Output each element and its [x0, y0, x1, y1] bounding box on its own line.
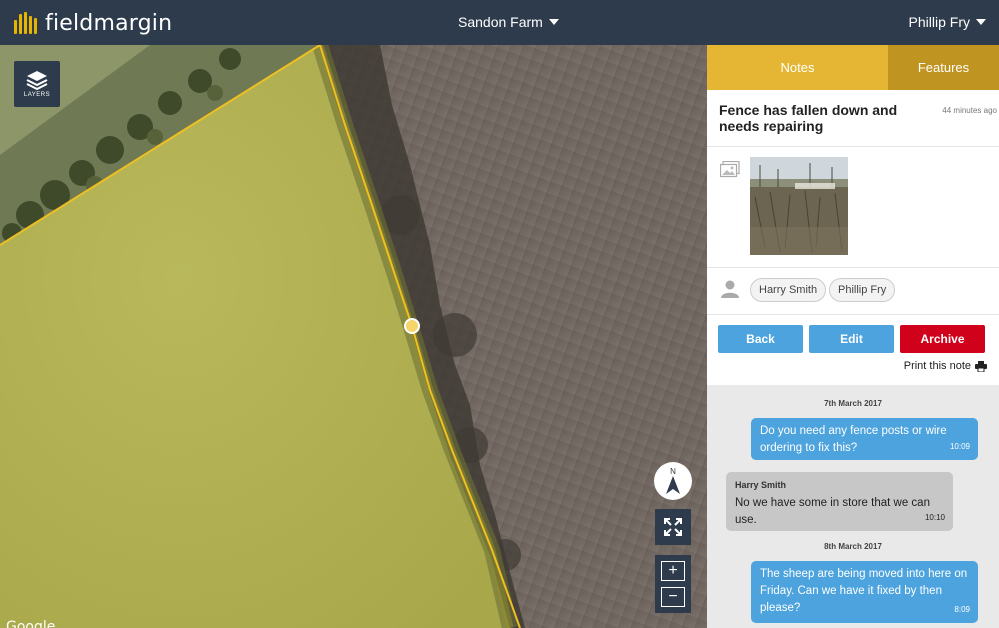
layers-label: LAYERS	[23, 92, 51, 98]
compass-north-label: N	[670, 467, 676, 476]
image-icon	[720, 161, 740, 178]
tab-notes[interactable]: Notes	[707, 45, 888, 90]
chat-message: Do you need any fence posts or wire orde…	[751, 418, 978, 460]
chat-message: Harry Smith No we have some in store tha…	[726, 472, 953, 531]
panel-tabs: Notes Features	[707, 45, 999, 90]
tab-features[interactable]: Features	[888, 45, 999, 90]
note-chat: 7th March 2017 Do you need any fence pos…	[707, 385, 999, 628]
back-button[interactable]: Back	[718, 325, 803, 353]
app-logo[interactable]: fieldmargin	[14, 10, 172, 36]
person-chip[interactable]: Phillip Fry	[829, 278, 896, 302]
zoom-control: + −	[655, 555, 691, 613]
farm-name: Sandon Farm	[458, 14, 543, 30]
north-arrow-icon	[666, 476, 680, 494]
note-title: Fence has fallen down and needs repairin…	[719, 102, 898, 134]
farm-selector[interactable]: Sandon Farm	[458, 14, 559, 30]
print-note-link[interactable]: Print this note	[904, 360, 987, 372]
logo-text: fieldmargin	[45, 10, 173, 36]
chat-message-text: No we have some in store that we can use…	[735, 497, 930, 526]
fullscreen-icon	[664, 518, 682, 536]
chat-message-time: 8:09	[954, 605, 970, 614]
chat-message-author: Harry Smith	[735, 480, 787, 490]
note-location-marker	[404, 318, 420, 334]
chat-message-text: Do you need any fence posts or wire orde…	[760, 425, 947, 454]
chevron-down-icon	[976, 19, 986, 25]
layers-button[interactable]: LAYERS	[14, 61, 60, 107]
chat-message-text: The sheep are being moved into here on F…	[760, 568, 968, 614]
user-name: Phillip Fry	[908, 14, 970, 30]
chat-date-separator: 8th March 2017	[824, 542, 882, 551]
edit-button[interactable]: Edit	[809, 325, 894, 353]
notes-panel: Notes Features Fence has fallen down and…	[707, 45, 999, 628]
logo-bars-icon	[14, 12, 39, 34]
chevron-down-icon	[548, 19, 559, 25]
satellite-imagery	[0, 45, 707, 628]
note-photos	[707, 146, 999, 268]
map-attribution: Google	[6, 619, 56, 628]
zoom-in-button[interactable]: +	[661, 561, 685, 581]
note-timestamp: 44 minutes ago	[942, 106, 997, 115]
chat-date-separator: 7th March 2017	[824, 399, 882, 408]
person-icon	[721, 280, 739, 298]
zoom-out-button[interactable]: −	[661, 587, 685, 607]
layers-icon	[26, 71, 48, 90]
chat-message: The sheep are being moved into here on F…	[751, 561, 978, 623]
chat-message-time: 10:10	[924, 513, 945, 522]
note-header: Fence has fallen down and needs repairin…	[707, 90, 999, 146]
person-chip[interactable]: Harry Smith	[750, 278, 827, 302]
user-menu[interactable]: Phillip Fry	[909, 14, 986, 30]
note-photo-thumbnail[interactable]	[750, 157, 848, 255]
compass-button[interactable]: N	[654, 462, 692, 500]
print-note-label: Print this note	[903, 360, 971, 372]
note-actions: Back Edit Archive Print this note	[707, 315, 999, 375]
chat-message-time: 10:09	[949, 442, 970, 451]
fullscreen-button[interactable]	[655, 509, 691, 545]
photo-image	[750, 157, 848, 255]
printer-icon	[975, 360, 987, 372]
map-view[interactable]: LAYERS N + − Google	[0, 45, 707, 628]
archive-button[interactable]: Archive	[900, 325, 985, 353]
top-bar: fieldmargin Sandon Farm Phillip Fry	[0, 0, 999, 45]
note-people: Harry Smith Phillip Fry	[707, 268, 999, 315]
